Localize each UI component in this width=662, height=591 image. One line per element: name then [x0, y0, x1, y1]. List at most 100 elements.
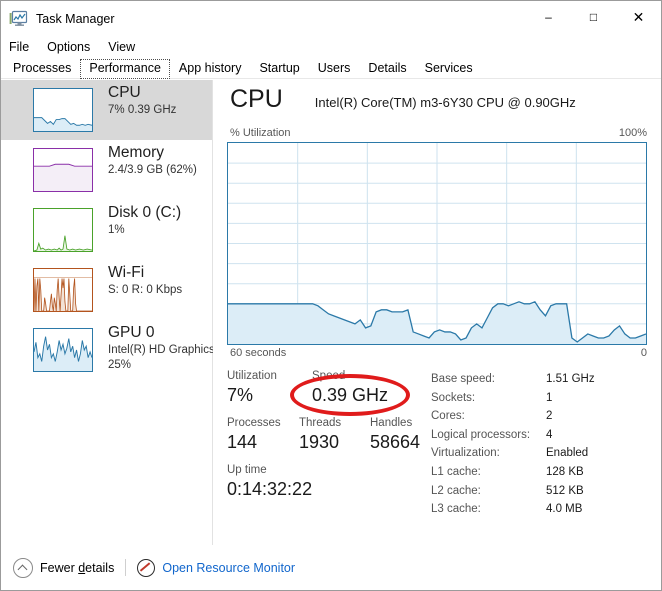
spec-l1-cache-value: 128 KB [546, 465, 584, 478]
sidebar-item-memory-sub: 2.4/3.9 GB (62%) [108, 164, 197, 176]
spec-sockets-value: 1 [546, 391, 553, 404]
content-area: CPU 7% 0.39 GHz Memory 2.4/3.9 GB (62%) [1, 80, 661, 545]
close-button[interactable]: ✕ [616, 1, 661, 32]
sidebar-item-disk-sub: 1% [108, 224, 125, 236]
axis-label-utilization: % Utilization [230, 127, 291, 139]
spec-logical-processors-value: 4 [546, 428, 553, 441]
gpu-thumbnail-graph [33, 328, 93, 372]
menu-bar: File Options View [1, 36, 661, 57]
sidebar-item-disk[interactable]: Disk 0 (C:) 1% [1, 200, 212, 260]
sidebar-item-memory[interactable]: Memory 2.4/3.9 GB (62%) [1, 140, 212, 200]
wifi-thumbnail-graph [33, 268, 93, 312]
cpu-specs-list: Base speed: 1.51 GHz Sockets: 1 Cores: 2… [431, 370, 595, 519]
task-manager-icon [9, 10, 29, 28]
spec-logical-processors-key: Logical processors: [431, 428, 531, 441]
spec-cores: Cores: 2 [431, 407, 595, 426]
spec-base-speed: Base speed: 1.51 GHz [431, 370, 595, 389]
sidebar-item-wifi-sub: S: 0 R: 0 Kbps [108, 284, 183, 296]
menu-item-options[interactable]: Options [47, 40, 90, 54]
spec-l3-cache-key: L3 cache: [431, 503, 481, 516]
tab-services[interactable]: Services [416, 59, 482, 79]
menu-item-file[interactable]: File [9, 40, 29, 54]
sidebar-item-wifi-title: Wi-Fi [108, 264, 145, 281]
spec-sockets-key: Sockets: [431, 391, 476, 404]
sidebar-item-memory-text: Memory 2.4/3.9 GB (62%) [108, 143, 197, 178]
stat-value-speed: 0.39 GHz [312, 385, 389, 405]
spec-virtualization-value: Enabled [546, 447, 589, 460]
spec-sockets: Sockets: 1 [431, 389, 595, 408]
cpu-chart-svg [228, 143, 646, 344]
cpu-detail-panel: CPU Intel(R) Core(TM) m3-6Y30 CPU @ 0.90… [213, 80, 661, 545]
window-controls: – □ ✕ [526, 1, 661, 32]
stat-label-handles: Handles [370, 417, 413, 429]
spec-logical-processors: Logical processors: 4 [431, 426, 595, 445]
spec-base-speed-value: 1.51 GHz [546, 373, 595, 385]
tab-app-history[interactable]: App history [170, 59, 251, 79]
sidebar-item-gpu[interactable]: GPU 0 Intel(R) HD Graphics 515 25% [1, 320, 237, 392]
graph-axis-labels: % Utilization 100% [230, 127, 647, 139]
graph-time-labels: 60 seconds 0 [230, 347, 647, 359]
sidebar-item-disk-text: Disk 0 (C:) 1% [108, 203, 181, 238]
stat-label-speed: Speed [312, 370, 346, 382]
cpu-model-label: Intel(R) Core(TM) m3-6Y30 CPU @ 0.90GHz [314, 95, 576, 110]
sidebar-item-disk-title: Disk 0 (C:) [108, 204, 182, 221]
title-bar: Task Manager – □ ✕ [1, 1, 661, 36]
status-divider [125, 559, 127, 576]
sidebar-item-cpu-text: CPU 7% 0.39 GHz [108, 83, 176, 118]
disk-thumbnail-graph [33, 208, 93, 252]
sidebar-item-cpu[interactable]: CPU 7% 0.39 GHz [1, 80, 212, 140]
stat-value-utilization: 7% [227, 385, 254, 405]
spec-l1-cache: L1 cache: 128 KB [431, 463, 595, 482]
stat-value-threads: 1930 [299, 432, 340, 452]
resource-monitor-icon [137, 558, 156, 577]
chevron-up-icon [13, 557, 33, 578]
sidebar-item-wifi-text: Wi-Fi S: 0 R: 0 Kbps [108, 263, 182, 298]
tab-users[interactable]: Users [309, 59, 360, 79]
sidebar-item-memory-title: Memory [108, 144, 164, 161]
spec-virtualization: Virtualization: Enabled [431, 444, 595, 463]
spec-base-speed-key: Base speed: [431, 373, 495, 385]
spec-l1-cache-key: L1 cache: [431, 465, 481, 478]
stat-value-processes: 144 [227, 432, 258, 452]
cpu-utilization-graph [227, 142, 647, 345]
tab-performance[interactable]: Performance [80, 59, 170, 79]
time-label-end: 0 [640, 347, 647, 359]
spec-l2-cache-value: 512 KB [546, 484, 584, 497]
status-bar: Fewer details Open Resource Monitor [1, 545, 661, 590]
tab-details[interactable]: Details [359, 59, 415, 79]
stat-label-threads: Threads [299, 417, 342, 429]
axis-label-max: 100% [618, 127, 647, 139]
stat-label-utilization: Utilization [227, 370, 277, 382]
spec-l2-cache-key: L2 cache: [431, 484, 481, 497]
tab-strip: Processes Performance App history Startu… [1, 57, 661, 79]
sidebar-item-cpu-title: CPU [108, 84, 141, 101]
fewer-details-label: Fewer details [40, 560, 115, 575]
task-manager-window: Task Manager – □ ✕ File Options View Pro… [0, 0, 662, 591]
time-label-start: 60 seconds [230, 347, 287, 359]
sidebar-item-wifi[interactable]: Wi-Fi S: 0 R: 0 Kbps [1, 260, 212, 320]
spec-cores-key: Cores: [431, 410, 465, 423]
cpu-header: CPU Intel(R) Core(TM) m3-6Y30 CPU @ 0.90… [230, 84, 576, 114]
spec-l2-cache: L2 cache: 512 KB [431, 482, 595, 501]
stat-label-processes: Processes [227, 417, 281, 429]
spec-l3-cache: L3 cache: 4.0 MB [431, 500, 595, 519]
page-title: CPU [230, 85, 283, 113]
cpu-thumbnail-graph [33, 88, 93, 132]
sidebar-item-cpu-sub: 7% 0.39 GHz [108, 104, 177, 116]
spec-l3-cache-value: 4.0 MB [546, 503, 583, 516]
spec-cores-value: 2 [546, 410, 553, 423]
menu-item-view[interactable]: View [108, 40, 135, 54]
maximize-button[interactable]: □ [571, 1, 616, 32]
fewer-details-button[interactable]: Fewer details [13, 557, 115, 578]
tab-processes[interactable]: Processes [4, 59, 80, 79]
tab-startup[interactable]: Startup [250, 59, 308, 79]
resource-sidebar: CPU 7% 0.39 GHz Memory 2.4/3.9 GB (62%) [1, 80, 237, 545]
spec-virtualization-key: Virtualization: [431, 447, 500, 460]
stat-value-handles: 58664 [370, 432, 421, 452]
stat-value-uptime: 0:14:32:22 [227, 479, 313, 499]
stat-label-uptime: Up time [227, 464, 267, 476]
open-resource-monitor-link[interactable]: Open Resource Monitor [162, 561, 295, 575]
minimize-button[interactable]: – [526, 1, 571, 32]
window-title: Task Manager [36, 11, 115, 26]
memory-thumbnail-graph [33, 148, 93, 192]
